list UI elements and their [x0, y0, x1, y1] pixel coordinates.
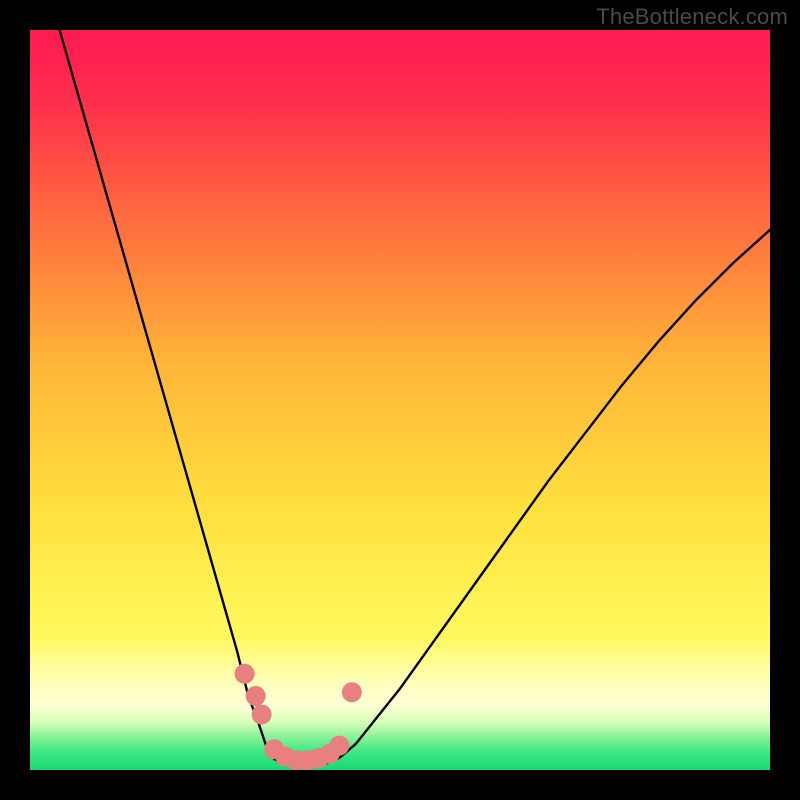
series-left-curve: [60, 30, 275, 759]
marker-valley-dots-1: [246, 686, 266, 706]
watermark-text: TheBottleneck.com: [596, 4, 788, 30]
marker-valley-dots-2: [252, 705, 272, 725]
marker-valley-dots-0: [235, 664, 255, 684]
plot-area: [30, 30, 770, 770]
series-right-curve: [341, 230, 770, 757]
marker-valley-dots-10: [342, 682, 362, 702]
plot-curves: [30, 30, 770, 770]
chart-frame: TheBottleneck.com: [0, 0, 800, 800]
marker-valley-dots-9: [329, 736, 349, 756]
